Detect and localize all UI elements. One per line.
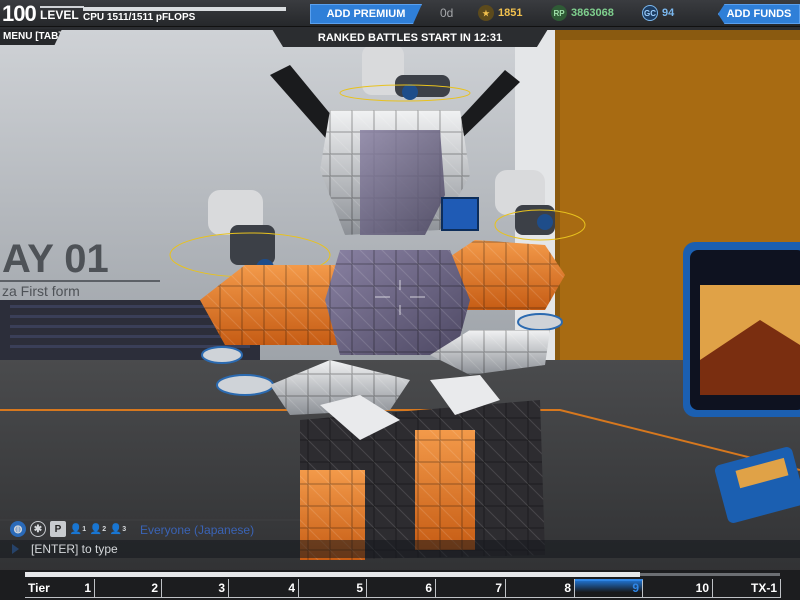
whisper-count: 1 (82, 525, 87, 533)
tier-9[interactable]: 9 (575, 579, 643, 598)
tier-6[interactable]: 6 (367, 579, 436, 598)
tier-tx1[interactable]: TX-1 (713, 579, 781, 598)
galaxy-coins-currency: GC 94 (642, 4, 674, 22)
rp-icon: RP (551, 5, 567, 21)
tier-8[interactable]: 8 (506, 579, 575, 598)
whisper-icon[interactable]: 👤 1 (70, 521, 86, 537)
globe-icon[interactable]: ◍ (10, 521, 26, 537)
menu-button[interactable]: MENU [TAB] (0, 29, 62, 45)
chat-input[interactable]: [ENTER] to type (0, 540, 800, 558)
cpu-bar (83, 7, 286, 11)
tier-10[interactable]: 10 (643, 579, 713, 598)
tier-3[interactable]: 3 (162, 579, 229, 598)
tier-remaining-track (640, 573, 780, 576)
tier-label: Tier (25, 579, 85, 598)
team-count: 2 (102, 525, 107, 533)
ranked-battles-banner: RANKED BATTLES START IN 12:31 (272, 29, 548, 47)
squad-count: 3 (122, 525, 127, 533)
star-icon: ★ (478, 5, 494, 21)
bay-subtitle: za First form (2, 283, 80, 299)
premium-days: 0d (440, 6, 454, 20)
tier-5[interactable]: 5 (299, 579, 367, 598)
stars-value: 1851 (498, 7, 523, 19)
team-icon[interactable]: 👤 2 (90, 521, 106, 537)
bay-sign: AY 01 (2, 237, 109, 281)
add-funds-button[interactable]: ADD FUNDS (718, 4, 800, 24)
tier-7[interactable]: 7 (436, 579, 506, 598)
tier-1[interactable]: 1 (84, 579, 95, 598)
rp-value: 3863068 (571, 7, 614, 19)
faction-icon[interactable]: ✱ (30, 521, 46, 537)
party-icon[interactable]: P (50, 521, 66, 537)
cpu-label: CPU 1511/1511 pFLOPS (83, 12, 196, 23)
level-label: LEVEL (40, 8, 79, 22)
squad-icon[interactable]: 👤 3 (110, 521, 126, 537)
premium-currency: ★ 1851 (478, 4, 522, 22)
add-premium-button[interactable]: ADD PREMIUM (310, 4, 422, 24)
tier-progress-track (25, 572, 640, 577)
gc-icon: GC (642, 5, 658, 21)
chat-channel-label: Everyone (Japanese) (140, 523, 255, 537)
player-level: 100 (2, 1, 37, 26)
chat-channel-icons: ◍ ✱ P 👤 1 👤 2 👤 3 (10, 521, 126, 537)
garage-scene: AY 01 za First form (0, 30, 800, 600)
top-bar: 100 LEVEL CPU 1511/1511 pFLOPS ADD PREMI… (0, 0, 800, 27)
tier-4[interactable]: 4 (229, 579, 299, 598)
robits-currency: RP 3863068 (551, 4, 614, 22)
tier-2[interactable]: 2 (95, 579, 162, 598)
gc-value: 94 (662, 7, 675, 19)
